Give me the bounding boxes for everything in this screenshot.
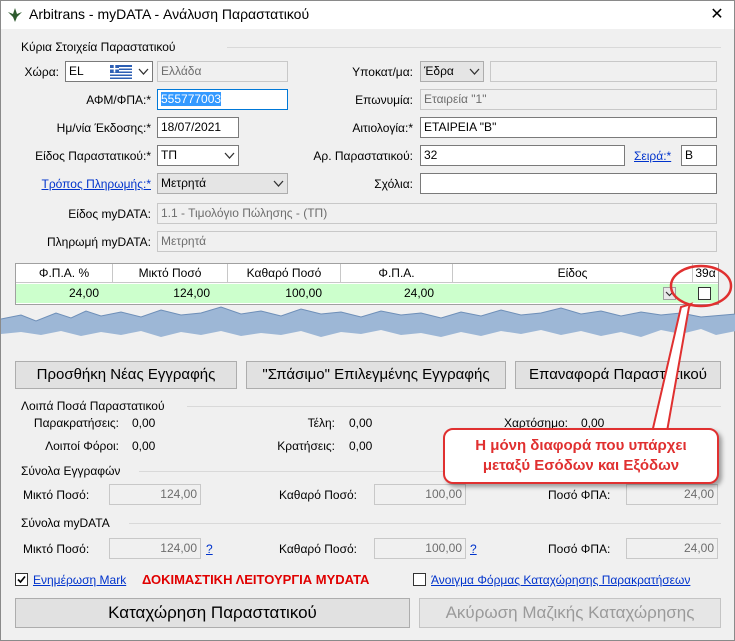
doc-type-label: Είδος Παραστατικού:* xyxy=(35,149,151,163)
issue-date-input[interactable]: 18/07/2021 xyxy=(157,117,239,138)
main-window: Arbitrans - myDATA - Ανάλυση Παραστατικο… xyxy=(0,0,735,641)
withholdings-label: Παρακρατήσεις: xyxy=(33,416,119,430)
mydata-type-field: 1.1 - Τιμολόγιο Πώλησης - (ΤΠ) xyxy=(157,203,717,224)
group-separator xyxy=(129,523,721,524)
split-entry-button[interactable]: "Σπάσιμο" Επιλεγμένης Εγγραφής xyxy=(246,361,506,389)
add-entry-button[interactable]: Προσθήκη Νέας Εγγραφής xyxy=(15,361,237,389)
entry-vat-field: 24,00 xyxy=(626,484,718,505)
test-mode-warning: ΔΟΚΙΜΑΣΤΙΚΗ ΛΕΙΤΟΥΡΓΙΑ MYDATA xyxy=(142,572,370,587)
series-link[interactable]: Σειρά:* xyxy=(634,149,671,163)
entry-vat-label: Ποσό ΦΠΑ: xyxy=(548,488,611,502)
window-title: Arbitrans - myDATA - Ανάλυση Παραστατικο… xyxy=(29,6,310,22)
torn-paper-divider xyxy=(1,306,735,337)
mydata-net-help-link[interactable]: ? xyxy=(470,542,477,556)
mydata-net-label: Καθαρό Ποσό: xyxy=(279,542,357,556)
country-name-field: Ελλάδα xyxy=(157,61,288,82)
doc-number-label: Αρ. Παραστατικού: xyxy=(313,149,413,163)
cancel-bulk-button: Ακύρωση Μαζικής Καταχώρησης xyxy=(419,598,721,628)
group-separator xyxy=(187,406,721,407)
company-name-label: Επωνυμία: xyxy=(355,93,413,107)
other-amounts-title: Λοιπά Ποσά Παραστατικού xyxy=(21,399,165,413)
mydata-type-label: Είδος myDATA: xyxy=(68,207,151,221)
close-icon[interactable]: ✕ xyxy=(700,1,734,29)
chevron-down-icon xyxy=(469,68,480,75)
company-name-field: Εταιρεία "1" xyxy=(420,89,717,110)
other-taxes-label: Λοιποί Φόροι: xyxy=(45,439,119,453)
reason-input[interactable]: ΕΤΑΙΡΕΙΑ "Β" xyxy=(420,117,717,138)
deductions-value: 0,00 xyxy=(349,439,373,453)
grid-header-39a[interactable]: 39α xyxy=(693,264,718,283)
chevron-down-icon xyxy=(273,180,284,187)
grid-header-gross[interactable]: Μικτό Ποσό xyxy=(113,264,228,283)
vat-grid[interactable]: Φ.Π.Α. % Μικτό Ποσό Καθαρό Ποσό Φ.Π.Α. Ε… xyxy=(15,263,719,305)
fees-value: 0,00 xyxy=(349,416,373,430)
row-39a-checkbox[interactable] xyxy=(698,287,711,300)
country-label: Χώρα: xyxy=(24,65,59,79)
callout-note: Η μόνη διαφορά που υπάρχει μεταξύ Εσόδων… xyxy=(443,428,719,484)
fees-label: Τέλη: xyxy=(307,416,335,430)
afm-selected-text: 555777003 xyxy=(161,92,222,106)
afm-input[interactable]: 555777003 xyxy=(157,89,288,110)
other-taxes-value: 0,00 xyxy=(132,439,156,453)
doc-type-select[interactable]: ΤΠ xyxy=(157,145,239,166)
grid-header-vat[interactable]: Φ.Π.Α. xyxy=(341,264,453,283)
mydata-payment-label: Πληρωμή myDATA: xyxy=(46,235,151,249)
payment-method-link[interactable]: Τρόπος Πληρωμής:* xyxy=(11,177,151,191)
series-input[interactable]: Β xyxy=(681,145,717,166)
branch-select[interactable]: Έδρα xyxy=(420,61,484,82)
mydata-gross-field: 124,00 xyxy=(109,538,201,559)
entry-net-field: 100,00 xyxy=(374,484,466,505)
mydata-gross-label: Μικτό Ποσό: xyxy=(23,542,90,556)
grid-header-kind[interactable]: Είδος xyxy=(453,264,693,283)
deductions-label: Κρατήσεις: xyxy=(277,439,335,453)
comments-input[interactable] xyxy=(420,173,717,194)
country-select[interactable]: EL xyxy=(65,61,153,82)
chevron-down-icon xyxy=(224,152,235,159)
open-withholdings-checkbox[interactable] xyxy=(413,573,426,586)
mydata-vat-label: Ποσό ΦΠΑ: xyxy=(548,542,611,556)
entry-gross-field: 124,00 xyxy=(109,484,201,505)
group-separator xyxy=(139,471,445,472)
restore-document-button[interactable]: Επαναφορά Παραστατικού xyxy=(515,361,721,389)
issue-date-label: Ημ/νία Έκδοσης:* xyxy=(56,121,151,135)
doc-number-input[interactable]: 32 xyxy=(420,145,625,166)
callout-line-1: Η μόνη διαφορά που υπάρχει xyxy=(475,437,687,454)
greek-flag-icon xyxy=(110,65,132,79)
chevron-down-icon xyxy=(138,68,149,75)
mydata-payment-field: Μετρητά xyxy=(157,231,717,252)
open-withholdings-label[interactable]: Άνοιγμα Φόρμας Καταχώρησης Παρακρατήσεων xyxy=(431,573,690,587)
checkmark-icon xyxy=(17,575,26,584)
payment-method-select[interactable]: Μετρητά xyxy=(157,173,288,194)
app-bird-icon xyxy=(8,8,22,22)
mydata-vat-field: 24,00 xyxy=(626,538,718,559)
withholdings-value: 0,00 xyxy=(132,416,156,430)
group-separator xyxy=(227,47,721,48)
row-kind-chevron-down-icon[interactable] xyxy=(663,287,676,300)
branch-extra-field xyxy=(490,61,717,82)
afm-label: ΑΦΜ/ΦΠΑ:* xyxy=(86,93,151,107)
comments-label: Σχόλια: xyxy=(374,177,413,191)
entry-totals-title: Σύνολα Εγγραφών xyxy=(21,464,121,478)
update-mark-checkbox[interactable] xyxy=(15,573,28,586)
entry-net-label: Καθαρό Ποσό: xyxy=(279,488,357,502)
mydata-net-field: 100,00 xyxy=(374,538,466,559)
grid-header-vat-pct[interactable]: Φ.Π.Α. % xyxy=(16,264,113,283)
title-bar[interactable]: Arbitrans - myDATA - Ανάλυση Παραστατικο… xyxy=(1,1,734,29)
mydata-gross-help-link[interactable]: ? xyxy=(206,542,213,556)
main-info-group-title: Κύρια Στοιχεία Παραστατικού xyxy=(21,40,176,54)
branch-label: Υποκατ/μα: xyxy=(352,65,413,79)
callout-line-2: μεταξύ Εσόδων και Εξόδων xyxy=(482,457,680,474)
grid-header-net[interactable]: Καθαρό Ποσό xyxy=(228,264,341,283)
save-document-button[interactable]: Καταχώρηση Παραστατικού xyxy=(15,598,410,628)
mydata-totals-title: Σύνολα myDATA xyxy=(21,516,110,530)
entry-gross-label: Μικτό Ποσό: xyxy=(23,488,90,502)
reason-label: Αιτιολογία:* xyxy=(352,121,413,135)
update-mark-label[interactable]: Ενημέρωση Mark xyxy=(33,573,126,587)
